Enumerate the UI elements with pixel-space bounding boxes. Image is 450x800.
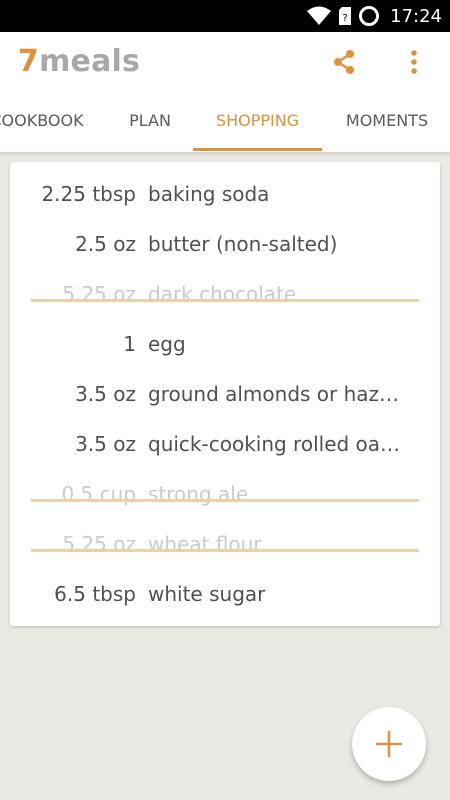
svg-text:?: ? (342, 13, 347, 24)
strikethrough-line (31, 549, 419, 552)
item-name: dark chocolate (148, 282, 297, 306)
more-vertical-icon (411, 50, 417, 74)
share-icon (334, 50, 354, 74)
item-quantity: 5.25 oz (62, 282, 136, 306)
item-quantity: 2.25 tbsp (41, 182, 136, 206)
list-item[interactable]: 2.25 tbsp baking soda (10, 169, 440, 219)
tab-moments[interactable]: MOMENTS (335, 104, 439, 152)
strikethrough-line (31, 299, 419, 302)
item-quantity: 0.5 cup (61, 482, 136, 506)
strikethrough-line (31, 499, 419, 502)
app-title-number: 7 (18, 44, 40, 79)
item-quantity: 5.25 oz (62, 532, 136, 556)
add-item-button[interactable] (352, 707, 426, 781)
overflow-menu-button[interactable] (400, 48, 428, 78)
tab-indicator (193, 148, 322, 151)
shopping-list-card: 2.25 tbsp baking soda 2.5 oz butter (non… (10, 162, 440, 626)
wifi-icon (307, 6, 332, 25)
item-quantity: 6.5 tbsp (54, 582, 136, 606)
list-item[interactable]: 3.5 oz quick-cooking rolled oa… (10, 419, 440, 469)
item-name: white sugar (148, 582, 266, 606)
tab-plan[interactable]: PLAN (114, 104, 186, 152)
status-icons: ? 17:24 (306, 4, 442, 28)
list-item[interactable]: 1 egg (10, 319, 440, 369)
list-item[interactable]: 0.5 cup strong ale (10, 469, 440, 519)
tab-cookbook[interactable]: COOKBOOK (0, 104, 92, 152)
item-quantity: 1 (123, 332, 136, 356)
item-quantity: 3.5 oz (75, 432, 136, 456)
app-title-text: meals (39, 44, 141, 79)
list-item[interactable]: 5.25 oz wheat flour (10, 519, 440, 569)
item-name: baking soda (148, 182, 270, 206)
app-title: 7meals (18, 44, 140, 80)
status-bar: ? 17:24 (0, 0, 450, 32)
tab-bar: COOKBOOK PLAN SHOPPING MOMENTS (0, 104, 450, 152)
sim-icon: ? (339, 7, 352, 25)
item-name: butter (non-salted) (148, 232, 338, 256)
item-name: quick-cooking rolled oa… (148, 432, 401, 456)
battery-icon (359, 6, 380, 26)
item-name: wheat flour (148, 532, 262, 556)
list-item[interactable]: 5.25 oz dark chocolate (10, 269, 440, 319)
item-quantity: 3.5 oz (75, 382, 136, 406)
list-item[interactable]: 2.5 oz butter (non-salted) (10, 219, 440, 269)
status-time: 17:24 (390, 5, 442, 27)
item-name: strong ale (148, 482, 249, 506)
app-bar: 7meals COOKBOOK PLAN SHOPPING MOMENTS (0, 32, 450, 152)
list-item[interactable]: 6.5 tbsp white sugar (10, 569, 440, 619)
plus-icon (376, 731, 402, 757)
item-name: egg (148, 332, 186, 356)
list-item[interactable]: 3.5 oz ground almonds or haz… (10, 369, 440, 419)
tab-shopping[interactable]: SHOPPING (193, 104, 322, 152)
item-name: ground almonds or haz… (148, 382, 400, 406)
share-button[interactable] (328, 48, 360, 78)
item-quantity: 2.5 oz (75, 232, 136, 256)
